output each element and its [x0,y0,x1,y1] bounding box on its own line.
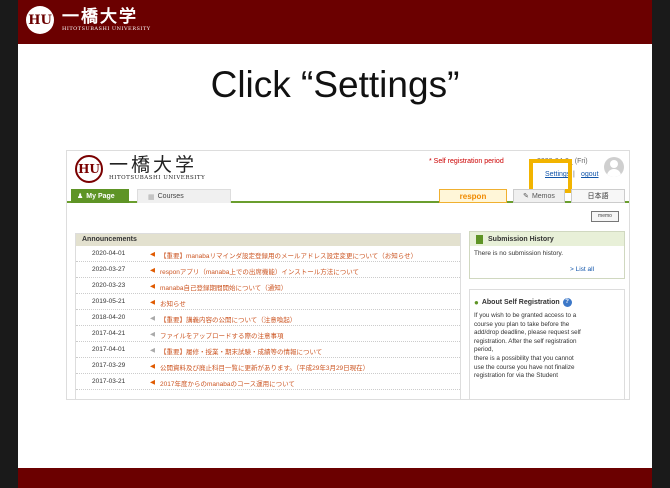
about-line: there is a possibility that you cannot [474,354,574,362]
announcement-date: 2020-03-27 [92,266,126,273]
list-item[interactable]: 2017-03-21 ◀ 2017年度からのmanabaのコース運用について [76,374,460,390]
document-icon [476,234,483,244]
announcement-link[interactable]: ファイルをアップロードする際の注意事項 [160,330,284,340]
speaker-icon: ◀ [150,251,155,258]
courses-icon: ▦ [148,193,155,201]
about-self-registration-heading: ● About Self Registration ? [474,298,572,307]
slide-logo-subname: HITOTSUBASHI UNIVERSITY [62,26,151,32]
respon-label: respon [459,191,487,201]
announcement-link[interactable]: 【重要】manabaリマインダ設定登録用のメールアドレス設定変更について（お知ら… [160,250,417,260]
respon-button[interactable]: respon [439,189,507,203]
announcement-link[interactable]: 2017年度からのmanabaのコース運用について [160,378,295,388]
logo-subname: HITOTSUBASHI UNIVERSITY [109,175,206,181]
announcement-date: 2020-03-23 [92,282,126,289]
list-item[interactable]: 2020-04-01 ◀ 【重要】manabaリマインダ設定登録用のメールアドレ… [76,246,460,262]
announcement-link[interactable]: responアプリ（manaba上での出席機能）インストール方法について [160,266,359,276]
announcement-date: 2018-04-20 [92,314,126,321]
about-line: period, [474,346,494,354]
announcements-panel: Announcements 2020-04-01 ◀ 【重要】manabaリマイ… [75,233,461,399]
tab-my-page[interactable]: ♟ My Page [71,189,129,203]
list-item[interactable]: 2017-04-21 ◀ ファイルをアップロードする際の注意事項 [76,326,460,342]
logo-name: 一橋大学 [109,154,198,176]
list-all-link[interactable]: > List all [570,266,594,273]
submission-history-panel: Submission History There is no submissio… [469,231,625,279]
announcement-link[interactable]: 公開資料及び廃止科目一覧に更新があります。（平成29年3月29日現在） [160,362,369,372]
slide-title: Click “Settings” [210,64,460,105]
announcement-link[interactable]: 【重要】履修・授業・期末試験・成績等の情報について [160,346,322,356]
link-separator: | [573,171,575,178]
slide-footer [18,468,652,488]
memo-pad-icon[interactable]: memo [591,211,619,222]
announcements-heading: Announcements [76,234,460,246]
help-icon[interactable]: ? [562,298,572,307]
settings-highlight-box [529,159,572,193]
list-item[interactable]: 2017-04-01 ◀ 【重要】履修・授業・期末試験・成績等の情報について [76,342,460,358]
submission-empty-text: There is no submission history. [474,250,564,257]
memos-label: Memos [531,192,555,200]
announcement-date: 2017-03-21 [92,378,126,385]
speaker-icon: ◀ [150,315,155,322]
speaker-icon: ◀ [150,267,155,274]
slide-university-logo: HU 一橋大学 HITOTSUBASHI UNIVERSITY [26,6,151,34]
memo-icon: ✎ [523,193,529,200]
speaker-icon: ◀ [150,299,155,306]
speaker-icon: ◀ [150,347,155,354]
logout-link[interactable]: ogout [581,171,599,178]
speaker-icon: ◀ [150,283,155,290]
announcement-date: 2019-05-21 [92,298,126,305]
university-emblem-icon: HU [26,6,54,34]
announcement-date: 2017-04-21 [92,330,126,337]
about-line: add/drop deadline, please request self [474,329,581,337]
about-line: If you wish to be granted access to a [474,312,577,319]
about-description: If you wish to be granted access to a co… [474,312,622,381]
language-button[interactable]: 日本語 [571,189,625,203]
tab-courses[interactable]: ▦ Courses [137,189,231,203]
announcement-link[interactable]: manaba自己登録期間開始について（通知） [160,282,287,292]
about-title: About Self Registration [481,299,560,306]
announcement-date: 2017-04-01 [92,346,126,353]
slide-header: HU 一橋大学 HITOTSUBASHI UNIVERSITY [18,0,652,44]
speaker-icon: ◀ [150,379,155,386]
about-line: registration. After the self registratio… [474,337,577,345]
tab-my-page-label: My Page [86,192,115,200]
memos-button[interactable]: ✎ Memos [513,189,565,203]
manaba-university-logo[interactable]: HU 一橋大学 HITOTSUBASHI UNIVERSITY [75,155,205,183]
submission-history-heading: Submission History [470,232,624,246]
list-item[interactable]: 2018-04-20 ◀ 【重要】講義内容の公開について（注意喚起） [76,310,460,326]
speaker-icon: ◀ [150,331,155,338]
announcement-link[interactable]: お知らせ [160,298,186,308]
self-registration-notice[interactable]: * Self registration period [429,158,504,165]
university-emblem-icon: HU [75,155,103,183]
speaker-icon: ◀ [150,363,155,370]
list-item[interactable]: 2019-05-21 ◀ お知らせ [76,294,460,310]
tab-courses-label: Courses [157,193,184,200]
bullet-icon: ● [474,298,479,307]
about-line: course you plan to take before the [474,320,570,328]
list-item[interactable]: 2017-03-29 ◀ 公開資料及び廃止科目一覧に更新があります。（平成29年… [76,358,460,374]
announcement-date: 2017-03-29 [92,362,126,369]
slide: HU 一橋大学 HITOTSUBASHI UNIVERSITY Click “S… [18,0,652,488]
list-item[interactable]: 2020-03-27 ◀ responアプリ（manaba上での出席機能）インス… [76,262,460,278]
about-self-registration-panel: ● About Self Registration ? If you wish … [469,289,625,399]
announcement-date: 2020-04-01 [92,250,126,257]
announcement-link[interactable]: 【重要】講義内容の公開について（注意喚起） [160,314,296,324]
submission-history-title: Submission History [488,235,554,243]
avatar[interactable] [604,157,624,177]
list-item[interactable]: 2020-03-23 ◀ manaba自己登録期間開始について（通知） [76,278,460,294]
main-nav: ♟ My Page ▦ Courses respon ✎ Memos 日本語 [67,189,629,203]
about-line: use the course you have not finalize [474,363,575,371]
manaba-screenshot: HU 一橋大学 HITOTSUBASHI UNIVERSITY * Self r… [66,150,630,400]
about-line: registration for via the Student [474,372,559,380]
language-label: 日本語 [587,193,609,200]
slide-logo-name: 一橋大学 [62,7,138,27]
user-icon: ♟ [77,193,84,200]
